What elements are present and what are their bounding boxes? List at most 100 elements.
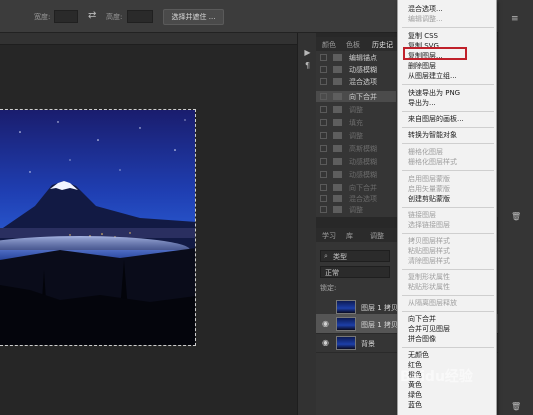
history-checkbox[interactable]	[320, 158, 327, 165]
eye-icon[interactable]: ◉	[322, 319, 329, 328]
menu-item[interactable]: 启用矢量蒙版	[408, 185, 450, 194]
menu-separator	[402, 295, 494, 296]
menu-item[interactable]: 删除图层	[408, 62, 436, 71]
menu-item[interactable]: 复制形状属性	[408, 273, 450, 282]
menu-separator	[402, 233, 494, 234]
layer-name[interactable]: 图层 1 拷贝	[361, 303, 398, 313]
paragraph-icon[interactable]: ¶	[302, 61, 313, 70]
menu-item[interactable]: 粘贴图层样式	[408, 247, 450, 256]
menu-item[interactable]: 创建剪贴蒙版	[408, 195, 450, 204]
panel-menu-icon[interactable]: ≡	[511, 14, 519, 24]
menu-item[interactable]: 蓝色	[408, 401, 422, 410]
history-step-icon	[333, 158, 342, 165]
menu-item[interactable]: 从隔离图层释放	[408, 299, 457, 308]
menu-item[interactable]: 转换为智能对象	[408, 131, 457, 140]
blend-mode-select[interactable]: 正常	[320, 266, 390, 278]
history-item[interactable]: 动感模糊	[316, 156, 396, 167]
history-item[interactable]: 向下合并	[316, 91, 396, 102]
menu-item[interactable]: 启用图层蒙版	[408, 175, 450, 184]
menu-item[interactable]: 链接图层	[408, 211, 436, 220]
history-checkbox[interactable]	[320, 206, 327, 213]
history-checkbox[interactable]	[320, 145, 327, 152]
menu-separator	[402, 170, 494, 171]
history-item[interactable]: 填充	[316, 117, 396, 128]
menu-separator	[402, 27, 494, 28]
history-item-label: 向下合并	[349, 184, 377, 192]
history-checkbox[interactable]	[320, 78, 327, 85]
history-item-label: 混合选项	[349, 78, 377, 86]
history-item[interactable]: 调整	[316, 204, 396, 215]
history-item[interactable]: 动感模糊	[316, 64, 396, 75]
menu-item[interactable]: 拼合图像	[408, 335, 436, 344]
height-field[interactable]	[127, 10, 153, 23]
layer-kind-filter[interactable]: ⌕ 类型	[320, 250, 390, 262]
layer-thumbnail	[336, 336, 356, 350]
tab-swatches[interactable]: 色板	[346, 40, 360, 50]
history-item[interactable]: 动感模糊	[316, 169, 396, 180]
menu-item[interactable]: 复制 CSS	[408, 32, 438, 41]
menu-separator	[402, 311, 494, 312]
history-checkbox[interactable]	[320, 184, 327, 191]
history-item[interactable]: 调整	[316, 130, 396, 141]
history-checkbox[interactable]	[320, 195, 327, 202]
history-item-label: 动感模糊	[349, 66, 377, 74]
menu-item[interactable]: 合并可见图层	[408, 325, 450, 334]
panel-icon-strip: ▶ ¶	[297, 33, 316, 415]
tab-color[interactable]: 颜色	[322, 40, 336, 50]
tab-history[interactable]: 历史记	[372, 40, 393, 50]
select-and-mask-button[interactable]: 选择并遮住 ...	[163, 9, 224, 25]
history-item-label: 动感模糊	[349, 171, 377, 179]
history-checkbox[interactable]	[320, 171, 327, 178]
menu-item[interactable]: 编辑调整...	[408, 15, 443, 24]
layer-name[interactable]: 背景	[361, 339, 375, 349]
menu-item[interactable]: 向下合并	[408, 315, 436, 324]
menu-separator	[402, 269, 494, 270]
menu-item[interactable]: 栅格化图层样式	[408, 158, 457, 167]
height-label: 高度:	[106, 13, 123, 21]
menu-item[interactable]: 快速导出为 PNG	[408, 89, 460, 98]
history-item[interactable]: 高斯模糊	[316, 143, 396, 154]
document-canvas-image[interactable]	[0, 109, 196, 346]
search-icon: ⌕	[324, 252, 328, 260]
history-step-icon	[333, 106, 342, 113]
width-field[interactable]	[54, 10, 78, 23]
history-item[interactable]: 混合选项	[316, 76, 396, 87]
eye-icon[interactable]: ◉	[322, 338, 329, 347]
history-step-icon	[333, 132, 342, 139]
menu-item[interactable]: 选择链接图层	[408, 221, 450, 230]
history-step-icon	[333, 195, 342, 202]
menu-item[interactable]: 导出为...	[408, 99, 436, 108]
history-step-icon	[333, 119, 342, 126]
history-checkbox[interactable]	[320, 66, 327, 73]
menu-item[interactable]: 来自图层的画板...	[408, 115, 464, 124]
menu-item[interactable]: 无颜色	[408, 351, 429, 360]
menu-item[interactable]: 栅格化图层	[408, 148, 443, 157]
history-checkbox[interactable]	[320, 119, 327, 126]
tab-learn[interactable]: 学习	[322, 231, 336, 241]
swap-icon[interactable]: ⇄	[88, 10, 96, 21]
width-label: 宽度:	[34, 13, 51, 21]
history-item[interactable]: 调整	[316, 104, 396, 115]
history-item[interactable]: 混合选项	[316, 193, 396, 204]
menu-item[interactable]: 绿色	[408, 391, 422, 400]
history-step-icon	[333, 66, 342, 73]
menu-item[interactable]: 粘贴形状属性	[408, 283, 450, 292]
history-item[interactable]: 编辑锚点	[316, 52, 396, 63]
menu-item[interactable]: 从图层建立组...	[408, 72, 457, 81]
layer-name[interactable]: 图层 1 拷贝	[361, 320, 398, 330]
history-checkbox[interactable]	[320, 132, 327, 139]
history-checkbox[interactable]	[320, 54, 327, 61]
history-checkbox[interactable]	[320, 106, 327, 113]
delete-layer-icon[interactable]: 🗑	[511, 402, 521, 411]
history-item[interactable]: 向下合并	[316, 182, 396, 193]
menu-item[interactable]: 混合选项...	[408, 5, 443, 14]
tab-libraries[interactable]: 库	[346, 231, 353, 241]
blend-mode-value: 正常	[325, 269, 339, 277]
menu-item[interactable]: 清除图层样式	[408, 257, 450, 266]
history-checkbox[interactable]	[320, 93, 327, 100]
menu-item[interactable]: 拷贝图层样式	[408, 237, 450, 246]
tab-adjustments[interactable]: 调整	[370, 231, 384, 241]
history-brush-icon[interactable]: ▶	[302, 48, 313, 57]
trash-icon[interactable]: 🗑	[511, 212, 521, 221]
history-item-label: 调整	[349, 206, 363, 214]
